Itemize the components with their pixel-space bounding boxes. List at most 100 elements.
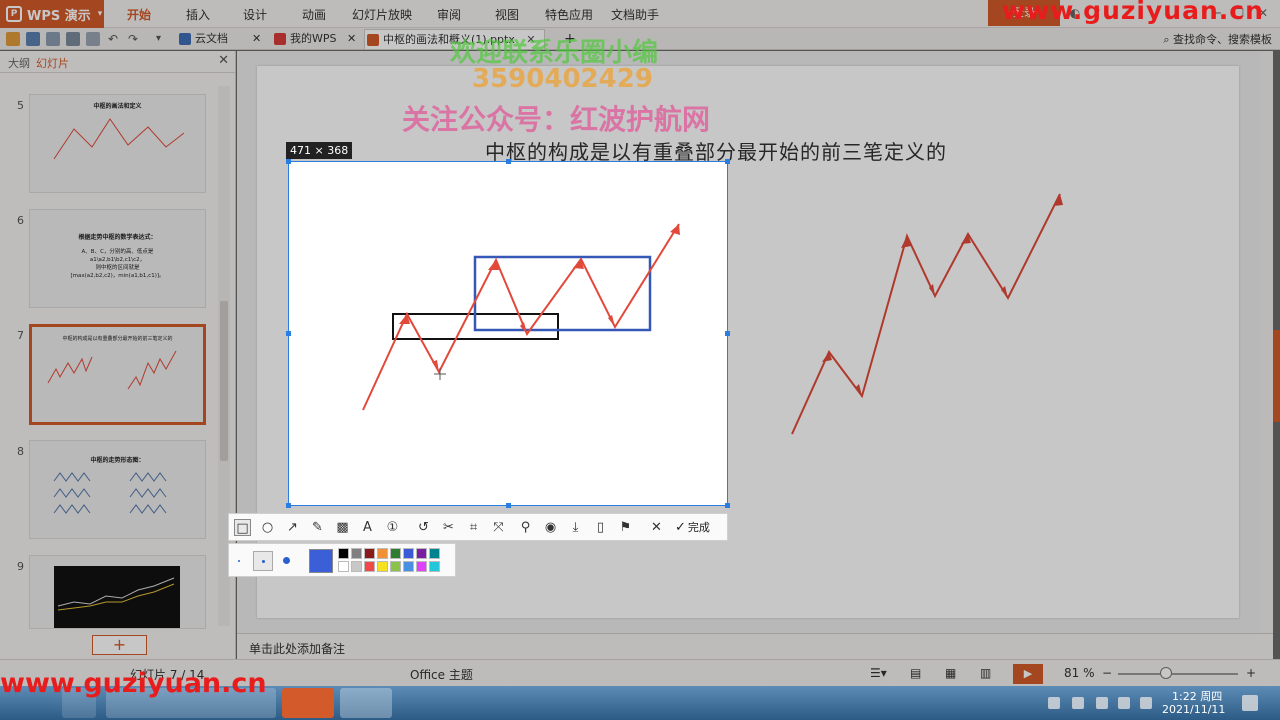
notes-pane[interactable]: 单击此处添加备注 xyxy=(237,633,1273,659)
ellipse-tool-icon[interactable]: ○ xyxy=(259,519,276,536)
color-swatch[interactable] xyxy=(377,548,388,559)
color-swatch[interactable] xyxy=(338,548,349,559)
color-swatch[interactable] xyxy=(338,561,349,572)
number-tool-icon[interactable]: ① xyxy=(384,519,401,536)
resize-handle[interactable] xyxy=(286,331,291,336)
pin-icon[interactable]: ⚲ xyxy=(517,519,534,536)
notes-toggle-icon[interactable]: ☰▾ xyxy=(870,666,887,680)
tab-cloud-docs[interactable]: 云文档 xyxy=(177,29,228,49)
zoom-in-icon[interactable]: + xyxy=(1246,666,1256,680)
taskbar-app[interactable] xyxy=(340,688,392,718)
add-slide-button[interactable]: + xyxy=(92,635,147,655)
done-button[interactable]: ✓ 完成 xyxy=(675,519,710,535)
menu-insert[interactable]: 插入 xyxy=(186,0,210,28)
resize-handle[interactable] xyxy=(506,503,511,508)
export-icon[interactable] xyxy=(46,32,60,46)
chevron-down-icon[interactable]: ▾ xyxy=(156,32,170,46)
sorter-view-icon[interactable]: ▦ xyxy=(945,666,956,680)
menu-review[interactable]: 审阅 xyxy=(437,0,461,28)
color-swatch[interactable] xyxy=(429,561,440,572)
slide-thumb-5[interactable]: 中枢的画法和定义 xyxy=(29,94,206,193)
menu-home[interactable]: 开始 xyxy=(127,0,151,28)
tab-my-wps[interactable]: 我的WPS xyxy=(272,29,337,49)
menu-design[interactable]: 设计 xyxy=(243,0,267,28)
clock-time[interactable]: 1:22 周四 xyxy=(1172,688,1222,704)
resize-handle[interactable] xyxy=(506,159,511,164)
color-swatch[interactable] xyxy=(364,561,375,572)
tab-close-icon[interactable]: ✕ xyxy=(248,29,261,49)
cancel-icon[interactable]: ✕ xyxy=(648,519,665,536)
size-medium-option[interactable] xyxy=(253,551,273,571)
resize-handle[interactable] xyxy=(725,331,730,336)
color-swatch[interactable] xyxy=(351,561,362,572)
color-swatch[interactable] xyxy=(416,561,427,572)
current-color-swatch[interactable] xyxy=(309,549,333,573)
color-swatch[interactable] xyxy=(416,548,427,559)
text-tool-icon[interactable]: A xyxy=(359,519,376,536)
undo-icon[interactable]: ↺ xyxy=(415,519,432,536)
app-menu-button[interactable]: P WPS 演示 ▾ xyxy=(0,0,104,28)
tab-close-icon[interactable]: ✕ xyxy=(343,29,356,49)
clock-date[interactable]: 2021/11/11 xyxy=(1162,703,1225,716)
close-icon[interactable]: ✕ xyxy=(218,53,229,68)
slide-thumb-6[interactable]: 根据走势中枢的数学表达式： A、B、C，分别的高、低点是 a1\a2,b1\b2… xyxy=(29,209,206,308)
color-swatch[interactable] xyxy=(364,548,375,559)
tab-outline[interactable]: 大纲 xyxy=(8,55,30,71)
color-swatch[interactable] xyxy=(390,561,401,572)
tray-icon[interactable] xyxy=(1072,697,1084,709)
print-icon[interactable] xyxy=(66,32,80,46)
resize-handle[interactable] xyxy=(725,503,730,508)
bookmark-icon[interactable]: ⚑ xyxy=(617,519,634,536)
command-search[interactable]: ⌕ 查找命令、搜索模板 xyxy=(1163,31,1272,47)
resize-handle[interactable] xyxy=(286,503,291,508)
scissors-icon[interactable]: ✂ xyxy=(440,519,457,536)
pencil-tool-icon[interactable]: ✎ xyxy=(309,519,326,536)
slide-thumb-7[interactable]: 中枢的构成是以有重叠部分最开始的前三笔定义的 xyxy=(29,324,206,425)
zoom-slider-handle[interactable] xyxy=(1160,667,1172,679)
record-icon[interactable]: ◉ xyxy=(542,519,559,536)
zoom-slider[interactable] xyxy=(1118,673,1238,675)
menu-slideshow[interactable]: 幻灯片放映 xyxy=(352,0,412,28)
rectangle-tool-icon[interactable]: □ xyxy=(234,519,251,536)
scroll-thumb[interactable] xyxy=(220,301,228,461)
volume-icon[interactable] xyxy=(1140,697,1152,709)
menu-view[interactable]: 视图 xyxy=(495,0,519,28)
reading-view-icon[interactable]: ▥ xyxy=(980,666,991,680)
resize-handle[interactable] xyxy=(725,159,730,164)
ocr-icon[interactable]: ⌗ xyxy=(465,519,482,536)
menu-doc-assistant[interactable]: 文档助手 xyxy=(611,0,659,28)
preview-icon[interactable] xyxy=(86,32,100,46)
color-swatch[interactable] xyxy=(429,548,440,559)
color-swatch[interactable] xyxy=(377,561,388,572)
phone-icon[interactable]: ▯ xyxy=(592,519,609,536)
redo-icon[interactable]: ↷ xyxy=(128,32,142,46)
notification-icon[interactable] xyxy=(1242,695,1258,711)
color-swatch[interactable] xyxy=(403,548,414,559)
translate-icon[interactable]: ⤧ xyxy=(490,519,507,536)
mosaic-tool-icon[interactable]: ▩ xyxy=(334,519,351,536)
color-swatch[interactable] xyxy=(390,548,401,559)
slide-thumb-9[interactable] xyxy=(29,555,206,629)
open-icon[interactable] xyxy=(6,32,20,46)
capture-region[interactable] xyxy=(286,159,730,508)
download-icon[interactable]: ⤓ xyxy=(567,519,584,536)
play-slideshow-button[interactable]: ▶ xyxy=(1013,664,1043,684)
undo-icon[interactable]: ↶ xyxy=(108,32,122,46)
slide-thumb-8[interactable]: 中枢的走势形态图： xyxy=(29,440,206,539)
menu-special[interactable]: 特色应用 xyxy=(545,0,593,28)
size-large-option[interactable] xyxy=(283,557,290,564)
tab-slides[interactable]: 幻灯片 xyxy=(36,55,69,71)
resize-handle[interactable] xyxy=(286,159,291,164)
size-small-option[interactable] xyxy=(238,560,240,562)
color-swatch[interactable] xyxy=(351,548,362,559)
tray-icon[interactable] xyxy=(1096,697,1108,709)
arrow-tool-icon[interactable]: ↗ xyxy=(284,519,301,536)
tray-icon[interactable] xyxy=(1048,697,1060,709)
zoom-out-icon[interactable]: − xyxy=(1102,666,1112,680)
save-icon[interactable] xyxy=(26,32,40,46)
network-icon[interactable] xyxy=(1118,697,1130,709)
workspace-scrollbar[interactable] xyxy=(1260,51,1273,633)
menu-animation[interactable]: 动画 xyxy=(302,0,326,28)
taskbar-wps-presentation[interactable] xyxy=(282,688,334,718)
color-swatch[interactable] xyxy=(403,561,414,572)
